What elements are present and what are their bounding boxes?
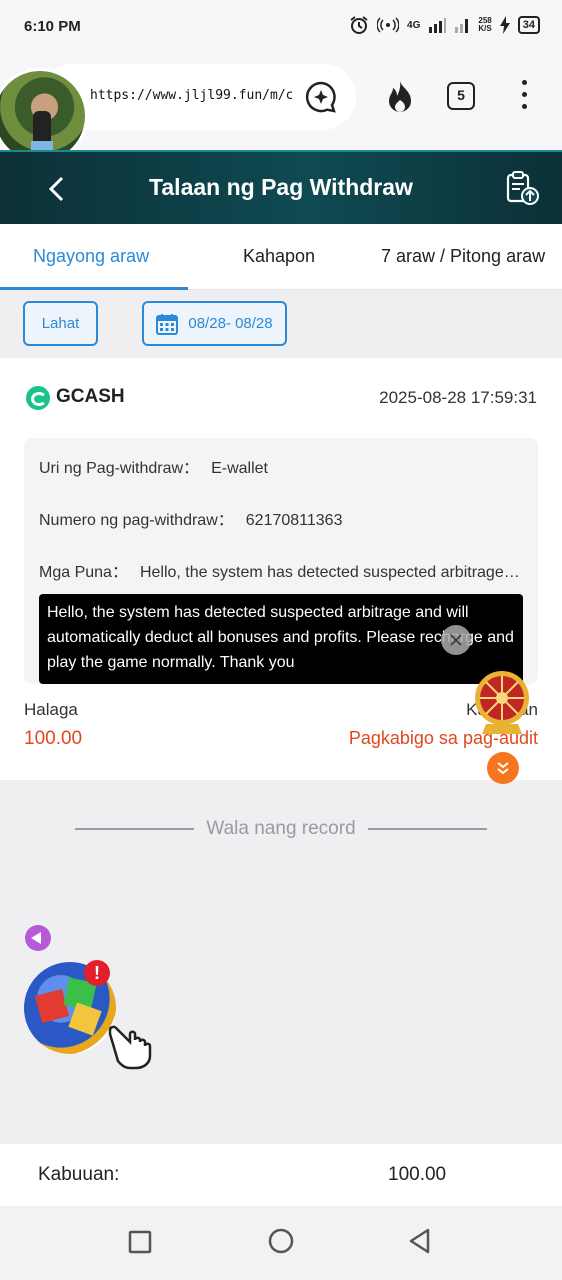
charging-icon: [499, 16, 510, 34]
recents-icon[interactable]: [128, 1230, 152, 1254]
chat-assistant-icon[interactable]: [304, 80, 338, 114]
back-icon[interactable]: [408, 1228, 432, 1254]
lucky-wheel-icon[interactable]: [472, 668, 532, 736]
battery-icon: 34: [517, 16, 540, 34]
date-range-button[interactable]: 08/28- 08/28: [142, 301, 287, 346]
browser-toolbar: https://www.jljl99.fun/m/c 5: [0, 56, 562, 164]
hotspot-icon: [377, 17, 400, 33]
withdraw-record-card: GCASH 2025-08-28 17:59:31 Uri ng Pag-wit…: [0, 358, 562, 784]
remarks-value: Hello, the system has detected suspected…: [139, 564, 523, 581]
page-title: Talaan ng Pag Withdraw: [149, 174, 413, 200]
chevron-down-icon[interactable]: [487, 752, 519, 784]
close-icon[interactable]: [441, 625, 471, 655]
url-text[interactable]: https://www.jljl99.fun/m/c: [90, 88, 292, 103]
filter-bar: Lahat 08/28- 08/28: [0, 290, 562, 358]
alert-badge-icon: !: [84, 960, 110, 986]
withdraw-type-value: E-wallet: [211, 460, 268, 477]
amount-label: Halaga: [24, 700, 78, 719]
withdraw-number-row: Numero ng pag-withdraw： 62170811363: [39, 506, 342, 530]
home-icon[interactable]: [268, 1228, 294, 1254]
signal-icon-2: [455, 19, 469, 33]
tab-yesterday[interactable]: Kahapon: [243, 246, 315, 267]
total-bar: Kabuuan: 100.00: [0, 1144, 562, 1206]
clipboard-upload-icon[interactable]: [504, 170, 540, 206]
tab-seven-days[interactable]: 7 araw / Pitong araw: [381, 246, 545, 267]
pointing-hand-icon: [108, 1025, 152, 1070]
record-datetime: 2025-08-28 17:59:31: [379, 388, 537, 407]
withdraw-number-value: 62170811363: [245, 512, 343, 529]
no-record-text: Wala nang record: [206, 818, 356, 839]
remarks-row[interactable]: Mga Puna： Hello, the system has detected …: [39, 558, 523, 582]
payment-method: GCASH: [56, 386, 125, 407]
withdraw-type-row: Uri ng Pag-withdraw： E-wallet: [39, 454, 268, 478]
tab-today[interactable]: Ngayong araw: [33, 246, 149, 267]
gcash-logo-icon: [26, 386, 50, 410]
calendar-icon: [156, 313, 179, 335]
no-more-records: Wala nang record: [75, 814, 488, 844]
alarm-icon: [350, 16, 368, 34]
status-icons: 4G 258 K/S 34: [349, 15, 540, 35]
fire-icon[interactable]: [384, 80, 416, 114]
withdraw-type-label: Uri ng Pag-withdraw：: [39, 460, 200, 477]
collapse-arrow-icon[interactable]: [25, 925, 51, 951]
filter-all-label: Lahat: [41, 315, 80, 332]
remarks-label: Mga Puna：: [39, 564, 128, 581]
system-nav-bar: [0, 1206, 562, 1280]
date-tabs: Ngayong araw Kahapon 7 araw / Pitong ara…: [0, 224, 562, 290]
total-label: Kabuuan:: [38, 1164, 120, 1185]
status-bar: 6:10 PM 4G 258 K/S 34: [0, 0, 562, 56]
filter-all-button[interactable]: Lahat: [23, 301, 98, 346]
net-speed: 258 K/S: [478, 16, 492, 33]
tab-switcher-button[interactable]: 5: [447, 82, 475, 110]
overflow-menu-icon[interactable]: [518, 80, 530, 114]
status-time: 6:10 PM: [24, 18, 81, 35]
total-value: 100.00: [388, 1164, 447, 1185]
signal-icon: [429, 18, 447, 33]
page-header: Talaan ng Pag Withdraw: [0, 150, 562, 224]
network-type: 4G: [407, 19, 421, 31]
date-range-label: 08/28- 08/28: [188, 315, 273, 332]
amount-value: 100.00: [24, 728, 83, 749]
withdraw-number-label: Numero ng pag-withdraw：: [39, 512, 234, 529]
